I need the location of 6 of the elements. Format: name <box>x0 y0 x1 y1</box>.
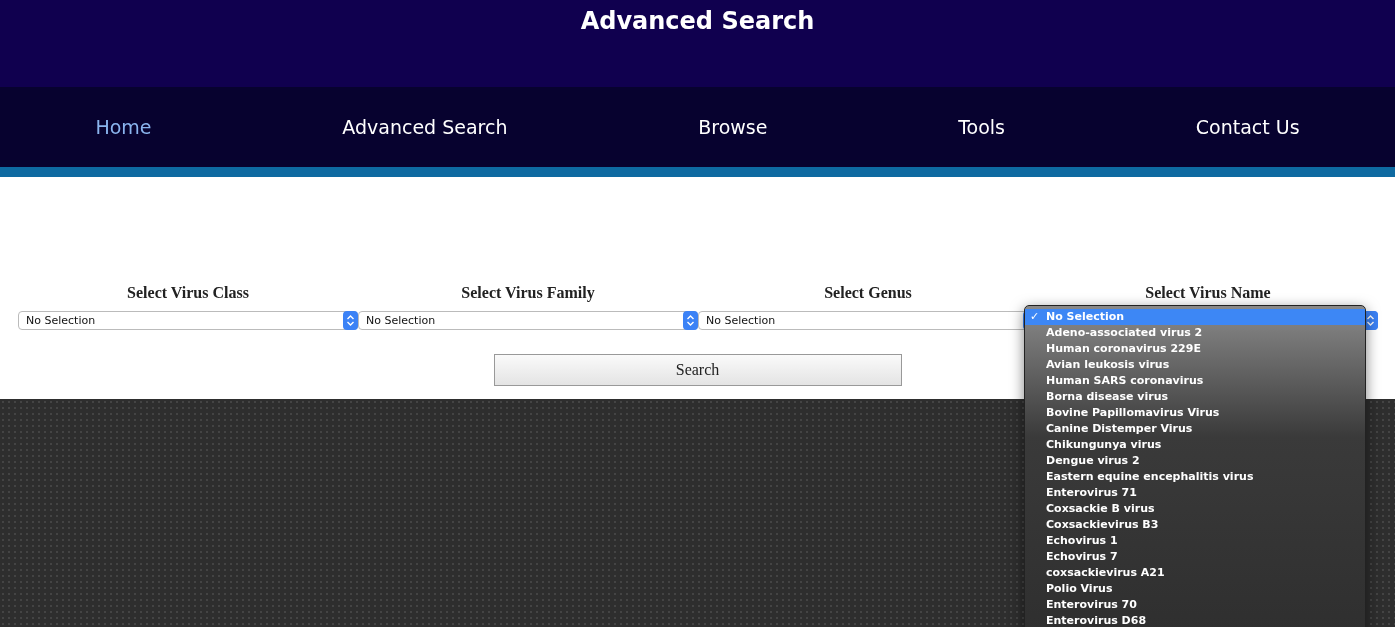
page-title: Advanced Search <box>580 6 815 37</box>
field-label: Select Virus Family <box>461 284 595 301</box>
check-icon: ✓ <box>1030 309 1040 325</box>
field-label: Select Virus Name <box>1145 284 1271 301</box>
field-label: Select Virus Class <box>127 284 249 301</box>
field-label: Select Genus <box>824 284 912 301</box>
